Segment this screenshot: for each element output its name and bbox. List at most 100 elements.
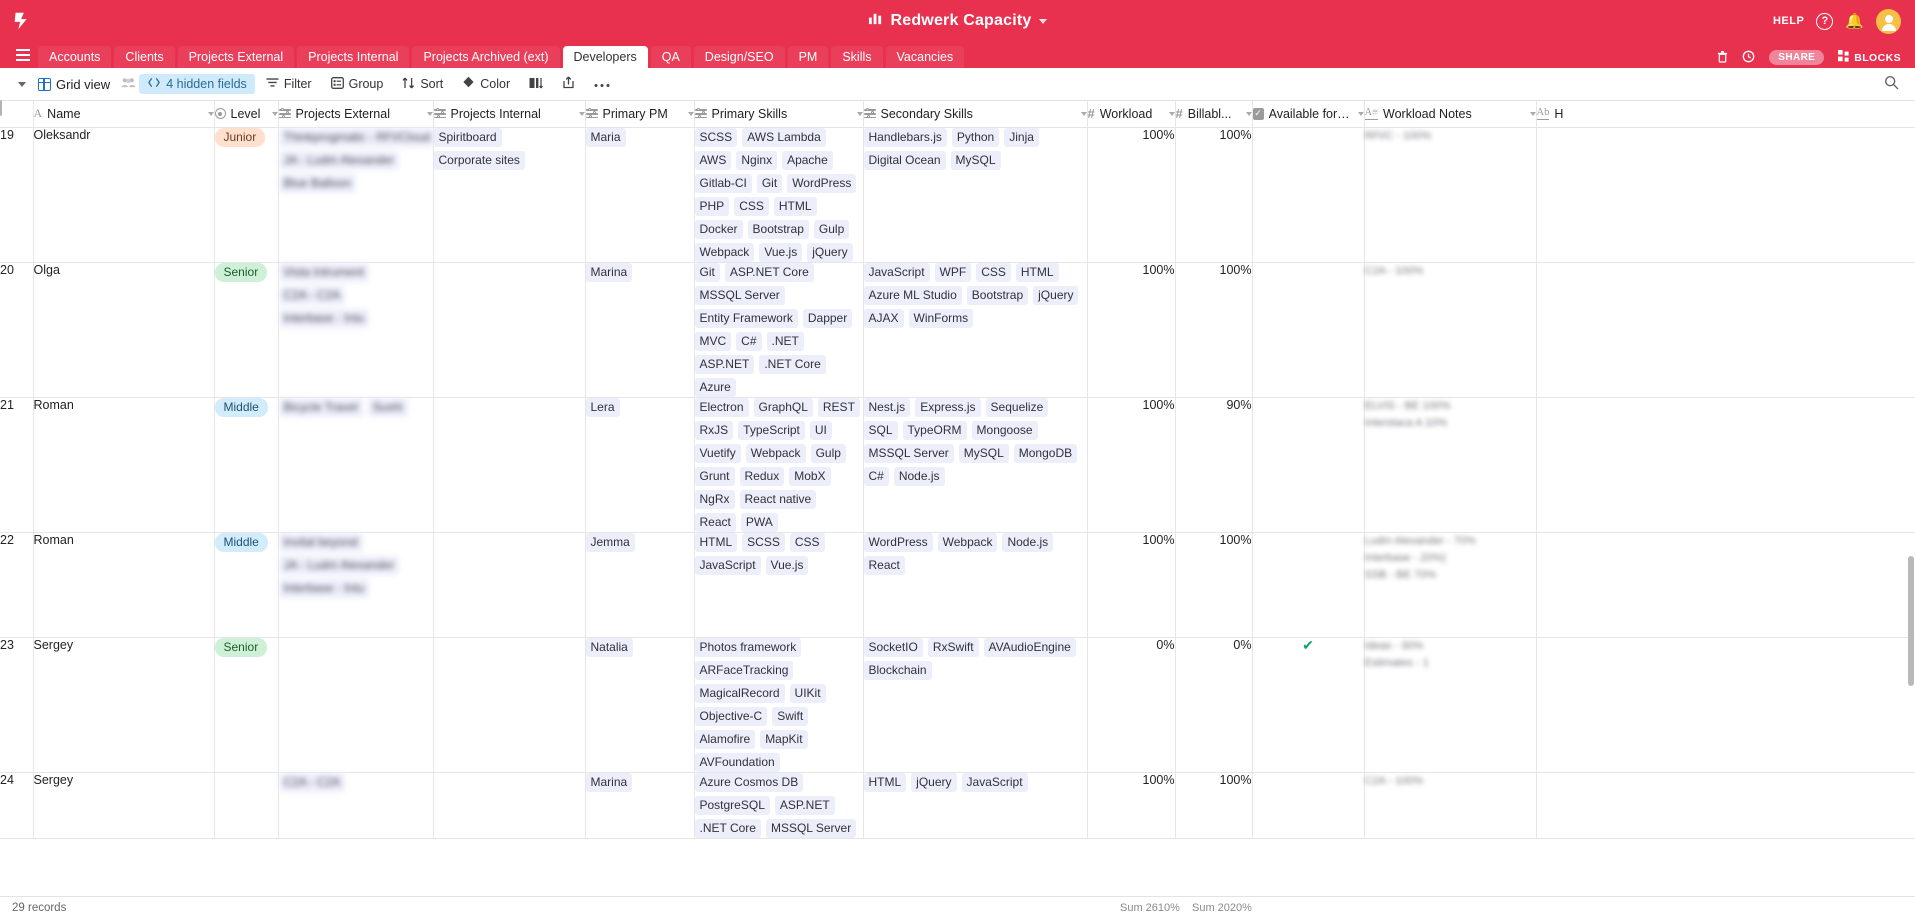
cell-name[interactable]: Roman xyxy=(33,397,215,533)
cell-projects-internal[interactable] xyxy=(433,397,586,533)
cell-workload-notes[interactable]: Ludm Alexander - 70% Interbase - 20%) SS… xyxy=(1364,532,1537,638)
tab-design-seo[interactable]: Design/SEO xyxy=(693,46,785,68)
tab-qa[interactable]: QA xyxy=(650,46,691,68)
cell-projects-external[interactable] xyxy=(278,637,434,773)
table-row[interactable]: 20 Olga Senior Vista Intrument C2A - C2A… xyxy=(0,262,1915,398)
tab-projects-archived-ext[interactable]: Projects Archived (ext) xyxy=(412,46,560,68)
column-header-available-for-e[interactable]: ✓ Available for E... xyxy=(1252,101,1365,128)
more-options-button[interactable] xyxy=(586,74,618,94)
hamburger-menu-icon[interactable] xyxy=(8,42,38,68)
cell-billable[interactable]: 100% xyxy=(1175,262,1253,398)
cell-workload[interactable]: 100% xyxy=(1087,262,1176,398)
workload-sum[interactable]: Sum 2610% xyxy=(1120,902,1180,914)
cell-projects-internal[interactable] xyxy=(433,637,586,773)
cell-available[interactable]: ✔ xyxy=(1252,637,1365,773)
cell-name[interactable]: Oleksandr xyxy=(33,127,215,263)
bell-icon[interactable]: 🔔 xyxy=(1845,14,1864,29)
cell-primary-skills[interactable]: Azure Cosmos DB PostgreSQL ASP.NET .NET … xyxy=(694,772,864,839)
cell-available[interactable] xyxy=(1252,772,1365,839)
cell-billable[interactable]: 0% xyxy=(1175,637,1253,773)
cell-workload-notes[interactable]: C2A - 100% xyxy=(1364,262,1537,398)
cell-primary-pm[interactable]: Marina xyxy=(585,262,695,398)
tab-pm[interactable]: PM xyxy=(787,46,829,68)
tab-vacancies[interactable]: Vacancies xyxy=(885,46,965,68)
select-all-checkbox[interactable] xyxy=(0,100,2,116)
cell-available[interactable] xyxy=(1252,262,1365,398)
cell-primary-pm[interactable]: Marina xyxy=(585,772,695,839)
row-height-button[interactable] xyxy=(521,74,551,95)
cell-primary-pm[interactable]: Natalia xyxy=(585,637,695,773)
cell-projects-internal[interactable] xyxy=(433,262,586,398)
hidden-fields-button[interactable]: 4 hidden fields xyxy=(139,74,255,94)
tab-skills[interactable]: Skills xyxy=(831,46,883,68)
app-title[interactable]: Redwerk Capacity xyxy=(890,12,1031,30)
cell-primary-pm[interactable]: Maria xyxy=(585,127,695,263)
chevron-down-icon[interactable] xyxy=(1080,111,1087,116)
cell-level[interactable]: Junior xyxy=(214,127,279,263)
chevron-down-icon[interactable] xyxy=(207,111,214,116)
chevron-down-icon[interactable] xyxy=(856,111,863,116)
cell-name[interactable]: Roman xyxy=(33,532,215,638)
app-logo[interactable] xyxy=(0,0,44,42)
table-row[interactable]: 23 Sergey Senior Natalia Photos framewor… xyxy=(0,637,1915,773)
cell-level[interactable] xyxy=(214,772,279,839)
share-view-button[interactable] xyxy=(554,73,583,95)
cell-projects-internal[interactable]: Spiritboard Corporate sites xyxy=(433,127,586,263)
cell-workload[interactable]: 100% xyxy=(1087,127,1176,263)
cell-projects-external[interactable]: Bicycle Travel Sushi xyxy=(278,397,434,533)
column-header-projects-external[interactable]: Projects External xyxy=(278,101,434,128)
column-header-secondary-skills[interactable]: Secondary Skills xyxy=(863,101,1088,128)
cell-primary-pm[interactable]: Lera xyxy=(585,397,695,533)
cell-workload[interactable]: 100% xyxy=(1087,772,1176,839)
table-row[interactable]: 22 Roman Middle Invital beyond JA - Ludm… xyxy=(0,532,1915,638)
view-name[interactable]: Grid view xyxy=(54,74,118,95)
avatar[interactable] xyxy=(1876,8,1901,34)
cell-h[interactable] xyxy=(1536,772,1915,839)
question-circle-icon[interactable]: ? xyxy=(1816,12,1834,30)
cell-h[interactable] xyxy=(1536,262,1915,398)
cell-level[interactable]: Senior xyxy=(214,262,279,398)
cell-secondary-skills[interactable]: WordPress Webpack Node.js React xyxy=(863,532,1088,638)
billable-sum[interactable]: Sum 2020% xyxy=(1192,902,1252,914)
cell-secondary-skills[interactable]: JavaScript WPF CSS HTML Azure ML Studio … xyxy=(863,262,1088,398)
cell-workload[interactable]: 100% xyxy=(1087,532,1176,638)
cell-billable[interactable]: 100% xyxy=(1175,532,1253,638)
column-header-projects-internal[interactable]: Projects Internal xyxy=(433,101,586,128)
chevron-down-icon[interactable] xyxy=(578,111,585,116)
cell-available[interactable] xyxy=(1252,397,1365,533)
cell-primary-pm[interactable]: Jemma xyxy=(585,532,695,638)
cell-projects-internal[interactable] xyxy=(433,772,586,839)
share-button[interactable]: SHARE xyxy=(1769,50,1825,65)
cell-secondary-skills[interactable]: Handlebars.js Python Jinja Digital Ocean… xyxy=(863,127,1088,263)
cell-h[interactable] xyxy=(1536,127,1915,263)
search-icon[interactable] xyxy=(1884,75,1905,93)
cell-projects-internal[interactable] xyxy=(433,532,586,638)
table-row[interactable]: 24 Sergey C2A - C2A Marina Azure Cosmos … xyxy=(0,772,1915,839)
trash-icon[interactable] xyxy=(1717,50,1728,65)
cell-primary-skills[interactable]: Electron GraphQL REST RxJS TypeScript UI… xyxy=(694,397,864,533)
cell-workload-notes[interactable]: Ideas - 30% Estimates - 1 xyxy=(1364,637,1537,773)
cell-level[interactable]: Middle xyxy=(214,397,279,533)
blocks-button[interactable]: BLOCKS xyxy=(1838,50,1901,65)
chevron-down-icon[interactable] xyxy=(271,111,278,116)
history-clock-icon[interactable] xyxy=(1742,50,1755,65)
column-header-level[interactable]: Level xyxy=(214,101,279,128)
cell-workload-notes[interactable]: RFI/C - 100% xyxy=(1364,127,1537,263)
cell-workload-notes[interactable]: C2A - 100% xyxy=(1364,772,1537,839)
vertical-scrollbar[interactable] xyxy=(1907,556,1915,846)
column-header-workload-notes[interactable]: A≡ Workload Notes xyxy=(1364,101,1537,128)
cell-billable[interactable]: 100% xyxy=(1175,127,1253,263)
color-button[interactable]: Color xyxy=(454,73,518,95)
cell-projects-external[interactable]: Vista Intrument C2A - C2A Interbase - In… xyxy=(278,262,434,398)
cell-billable[interactable]: 90% xyxy=(1175,397,1253,533)
tab-developers[interactable]: Developers xyxy=(562,46,648,68)
scrollbar-thumb[interactable] xyxy=(1908,556,1914,686)
help-label[interactable]: HELP xyxy=(1773,15,1804,27)
cell-available[interactable] xyxy=(1252,532,1365,638)
view-sidebar-toggle-caret-icon[interactable] xyxy=(18,81,26,87)
select-all-header[interactable] xyxy=(0,100,34,128)
cell-name[interactable]: Olga xyxy=(33,262,215,398)
cell-workload-notes[interactable]: ELVIS - BE 100% Interstaca A 10% xyxy=(1364,397,1537,533)
caret-down-icon[interactable] xyxy=(1038,18,1047,24)
sort-button[interactable]: Sort xyxy=(394,74,451,95)
